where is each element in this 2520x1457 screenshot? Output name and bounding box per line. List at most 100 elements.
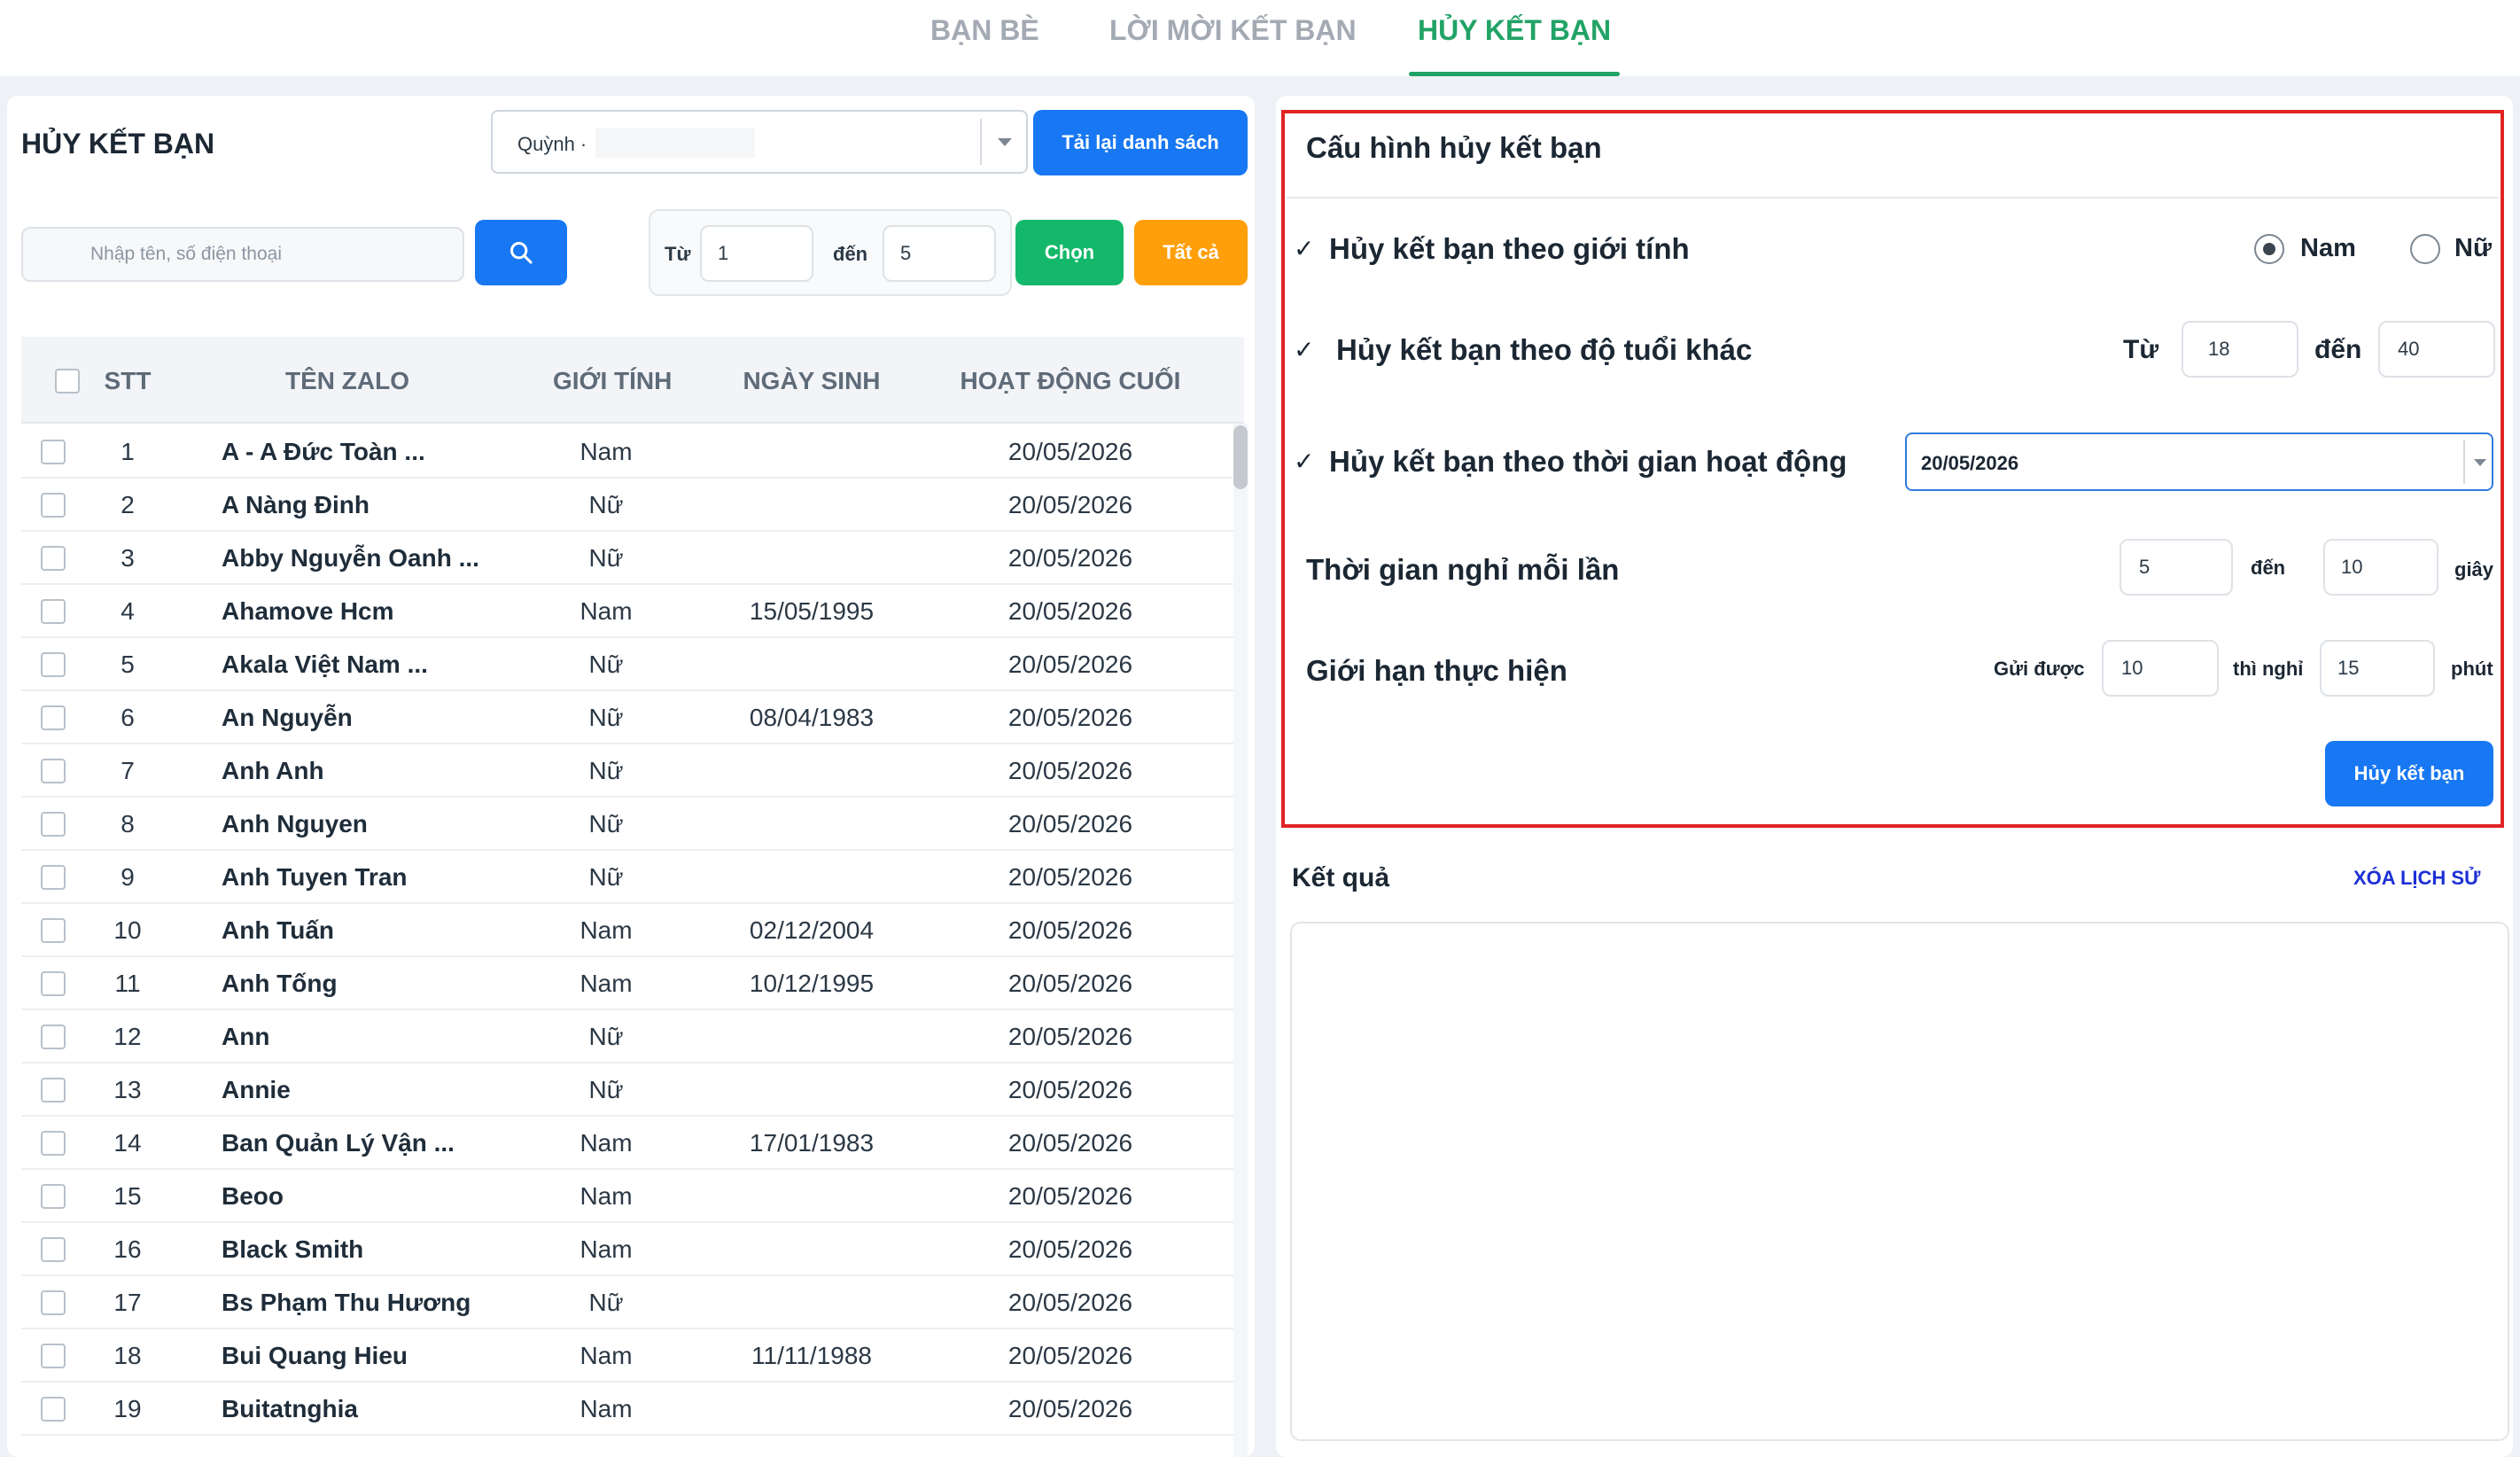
cell-last-active: 20/05/2026 <box>1007 597 1133 625</box>
select-all-button[interactable]: Tất cả <box>1134 220 1248 285</box>
cell-stt: 10 <box>113 916 142 944</box>
cell-name: Ban Quản Lý Vận ... <box>222 1129 455 1157</box>
cell-name: Ann <box>222 1023 270 1050</box>
table-row[interactable]: 8 Anh Nguyen Nữ 20/05/2026 <box>21 798 1244 851</box>
activity-date-select[interactable]: 20/05/2026 <box>1905 432 2493 491</box>
select-separator <box>2463 440 2465 484</box>
row-checkbox[interactable] <box>41 1078 66 1102</box>
check-icon: ✓ <box>1294 235 1315 262</box>
limit-send-input[interactable]: 10 <box>2102 640 2219 697</box>
cell-name: Anh Anh <box>222 757 324 784</box>
table-row[interactable]: 1 A - A Đức Toàn ... Nam 20/05/2026 <box>21 425 1244 479</box>
limit-rest-input[interactable]: 15 <box>2320 640 2435 697</box>
cell-stt: 15 <box>113 1182 142 1210</box>
age-to-label: đến <box>2314 335 2362 364</box>
row-checkbox[interactable] <box>41 705 66 730</box>
table-row[interactable]: 11 Anh Tống Nam 10/12/1995 20/05/2026 <box>21 957 1244 1010</box>
search-input[interactable]: Nhập tên, số điện thoại <box>21 227 464 282</box>
table-row[interactable]: 15 Beoo Nam 20/05/2026 <box>21 1170 1244 1223</box>
cell-birth: 02/12/2004 <box>749 916 875 944</box>
row-checkbox[interactable] <box>41 1184 66 1209</box>
cell-name: An Nguyễn <box>222 704 353 731</box>
range-to-input[interactable]: 5 <box>883 225 996 282</box>
cell-name: Akala Việt Nam ... <box>222 651 428 678</box>
choose-button[interactable]: Chọn <box>1015 220 1124 285</box>
radio-male[interactable] <box>2254 234 2284 264</box>
cell-name: A - A Đức Toàn ... <box>222 438 425 465</box>
table-row[interactable]: 3 Abby Nguyễn Oanh ... Nữ 20/05/2026 <box>21 532 1244 585</box>
row-checkbox[interactable] <box>41 440 66 464</box>
table-row[interactable]: 16 Black Smith Nam 20/05/2026 <box>21 1223 1244 1276</box>
cell-gender: Nam <box>579 438 633 465</box>
scrollbar-track[interactable] <box>1233 424 1248 1457</box>
row-checkbox[interactable] <box>41 1290 66 1315</box>
unfriend-button[interactable]: Hủy kết bạn <box>2325 741 2493 806</box>
row-checkbox[interactable] <box>41 918 66 943</box>
top-tab-bar: BẠN BÈ LỜI MỜI KẾT BẠN HỦY KẾT BẠN <box>0 0 2520 76</box>
table-row[interactable]: 18 Bui Quang Hieu Nam 11/11/1988 20/05/2026 <box>21 1329 1244 1383</box>
age-to-input[interactable]: 40 <box>2378 321 2495 378</box>
clear-history-link[interactable]: XÓA LỊCH SỬ <box>2353 867 2480 890</box>
row-checkbox[interactable] <box>41 546 66 571</box>
select-all-checkbox[interactable] <box>55 369 80 393</box>
row-checkbox[interactable] <box>41 599 66 624</box>
row-checkbox[interactable] <box>41 865 66 890</box>
friend-list-panel: HỦY KẾT BẠN Quỳnh · Tải lại danh sách Nh… <box>7 96 1255 1457</box>
cell-name: Bui Quang Hieu <box>222 1342 408 1369</box>
gender-rule-label: Hủy kết bạn theo giới tính <box>1329 232 1690 265</box>
chevron-down-icon[interactable] <box>2474 459 2486 466</box>
row-checkbox[interactable] <box>41 812 66 837</box>
table-row[interactable]: 5 Akala Việt Nam ... Nữ 20/05/2026 <box>21 638 1244 691</box>
table-row[interactable]: 13 Annie Nữ 20/05/2026 <box>21 1064 1244 1117</box>
rest-from-input[interactable]: 5 <box>2119 539 2233 596</box>
table-row[interactable]: 6 An Nguyễn Nữ 08/04/1983 20/05/2026 <box>21 691 1244 744</box>
rest-time-label: Thời gian nghỉ mỗi lần <box>1306 553 1620 586</box>
table-row[interactable]: 9 Anh Tuyen Tran Nữ 20/05/2026 <box>21 851 1244 904</box>
cell-gender: Nam <box>579 1395 633 1422</box>
scrollbar-thumb[interactable] <box>1233 425 1248 489</box>
search-button[interactable] <box>475 220 567 285</box>
tab-unfriend[interactable]: HỦY KẾT BẠN <box>1408 14 1621 76</box>
table-row[interactable]: 10 Anh Tuấn Nam 02/12/2004 20/05/2026 <box>21 904 1244 957</box>
result-title: Kết quả <box>1292 863 1390 892</box>
row-checkbox[interactable] <box>41 1397 66 1422</box>
row-checkbox[interactable] <box>41 1344 66 1368</box>
table-row[interactable]: 17 Bs Phạm Thu Hương Nữ 20/05/2026 <box>21 1276 1244 1329</box>
row-checkbox[interactable] <box>41 652 66 677</box>
rest-to-input[interactable]: 10 <box>2323 539 2438 596</box>
row-checkbox[interactable] <box>41 971 66 996</box>
cell-stt: 12 <box>113 1023 142 1050</box>
cell-name: Anh Tuyen Tran <box>222 863 408 891</box>
tab-friend-requests[interactable]: LỜI MỜI KẾT BẠN <box>1109 14 1357 76</box>
reload-list-button[interactable]: Tải lại danh sách <box>1033 110 1248 175</box>
table-row[interactable]: 19 Buitatnghia Nam 20/05/2026 <box>21 1383 1244 1436</box>
cell-stt: 14 <box>113 1129 142 1157</box>
cell-stt: 13 <box>113 1076 142 1103</box>
cell-gender: Nữ <box>588 863 624 891</box>
table-row[interactable]: 7 Anh Anh Nữ 20/05/2026 <box>21 744 1244 798</box>
col-stt: STT <box>104 367 152 394</box>
radio-female[interactable] <box>2410 234 2440 264</box>
row-checkbox[interactable] <box>41 493 66 518</box>
row-checkbox[interactable] <box>41 1025 66 1049</box>
cell-name: Beoo <box>222 1182 284 1210</box>
table-header: STT TÊN ZALO GIỚI TÍNH NGÀY SINH HOẠT ĐỘ… <box>21 337 1244 424</box>
table-row[interactable]: 2 A Nàng Đinh Nữ 20/05/2026 <box>21 479 1244 532</box>
range-from-input[interactable]: 1 <box>700 225 813 282</box>
cell-name: Anh Tuấn <box>222 916 335 944</box>
table-row[interactable]: 14 Ban Quản Lý Vận ... Nam 17/01/1983 20/05/… <box>21 1117 1244 1170</box>
panel-title: HỦY KẾT BẠN <box>21 128 215 160</box>
account-select-value: Quỳnh · <box>517 133 587 155</box>
cell-name: Black Smith <box>222 1235 364 1263</box>
age-from-input[interactable]: 18 <box>2182 321 2298 378</box>
account-select[interactable]: Quỳnh · <box>491 110 1028 174</box>
chevron-down-icon[interactable] <box>998 138 1012 146</box>
row-checkbox[interactable] <box>41 1131 66 1156</box>
tab-friends[interactable]: BẠN BÈ <box>930 14 1039 76</box>
row-checkbox[interactable] <box>41 1237 66 1262</box>
table-row[interactable]: 12 Ann Nữ 20/05/2026 <box>21 1010 1244 1064</box>
cell-last-active: 20/05/2026 <box>1007 863 1133 891</box>
cell-stt: 19 <box>113 1395 142 1422</box>
table-row[interactable]: 4 Ahamove Hcm Nam 15/05/1995 20/05/2026 <box>21 585 1244 638</box>
row-checkbox[interactable] <box>41 759 66 783</box>
